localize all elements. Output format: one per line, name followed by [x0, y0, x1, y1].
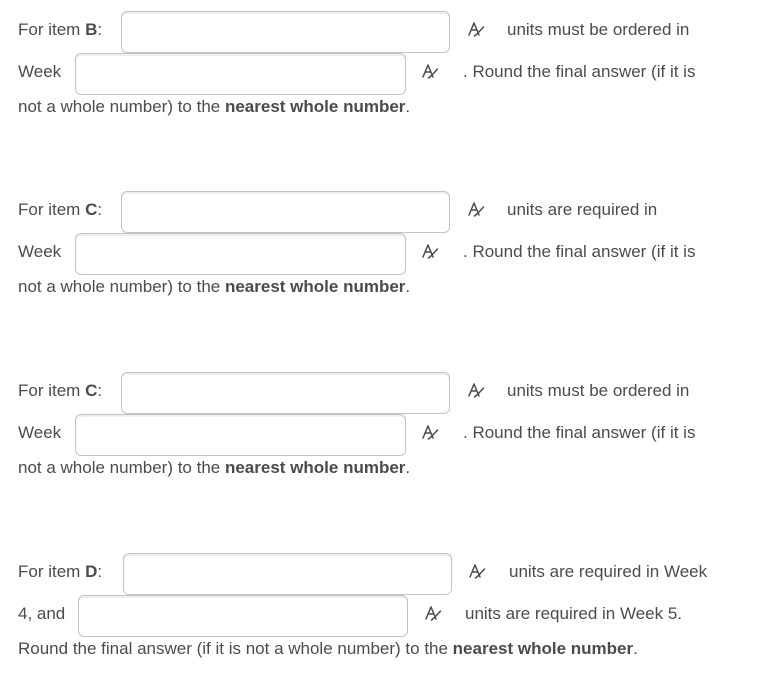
rounding-note: not a whole number) to the nearest whole…	[18, 458, 411, 477]
item-label: For item C:	[18, 381, 103, 400]
round-instruction-text: . Round the final answer (if it is	[463, 62, 696, 81]
units-text: units must be ordered in	[507, 381, 690, 400]
math-editor-icon[interactable]	[467, 201, 485, 219]
math-editor-icon[interactable]	[468, 563, 486, 581]
units-text: units must be ordered in	[507, 20, 690, 39]
item-label: For item B:	[18, 20, 103, 39]
item-letter: C	[85, 381, 98, 400]
math-editor-icon[interactable]	[421, 424, 439, 442]
week-label: Week	[18, 62, 62, 81]
rounding-note: Round the final answer (if it is not a w…	[18, 639, 638, 658]
week-input[interactable]	[78, 595, 408, 637]
quantity-input[interactable]	[121, 372, 450, 414]
math-editor-icon[interactable]	[421, 243, 439, 261]
item-letter: D	[85, 562, 98, 581]
units-text: units are required in Week	[509, 562, 708, 581]
math-editor-icon[interactable]	[467, 21, 485, 39]
units-text: units are required in	[507, 200, 658, 219]
item-label: For item C:	[18, 200, 103, 219]
rounding-note: not a whole number) to the nearest whole…	[18, 97, 411, 116]
quantity-input[interactable]	[123, 553, 452, 595]
week-label: 4, and	[18, 604, 66, 623]
item-letter: B	[85, 20, 98, 39]
week-input[interactable]	[75, 53, 406, 95]
round-instruction-text: . Round the final answer (if it is	[463, 423, 696, 442]
week-label: Week	[18, 423, 62, 442]
math-editor-icon[interactable]	[421, 63, 439, 81]
item-letter: C	[85, 200, 98, 219]
week-input[interactable]	[75, 414, 406, 456]
week-label: Week	[18, 242, 62, 261]
rounding-note: not a whole number) to the nearest whole…	[18, 277, 411, 296]
math-editor-icon[interactable]	[467, 382, 485, 400]
math-editor-icon[interactable]	[424, 605, 442, 623]
quantity-input[interactable]	[121, 11, 450, 53]
quantity-input[interactable]	[121, 191, 450, 233]
week-input[interactable]	[75, 233, 406, 275]
item-label: For item D:	[18, 562, 103, 581]
round-instruction-text: . Round the final answer (if it is	[463, 242, 696, 261]
units-text-week-5: units are required in Week 5.	[465, 604, 683, 623]
